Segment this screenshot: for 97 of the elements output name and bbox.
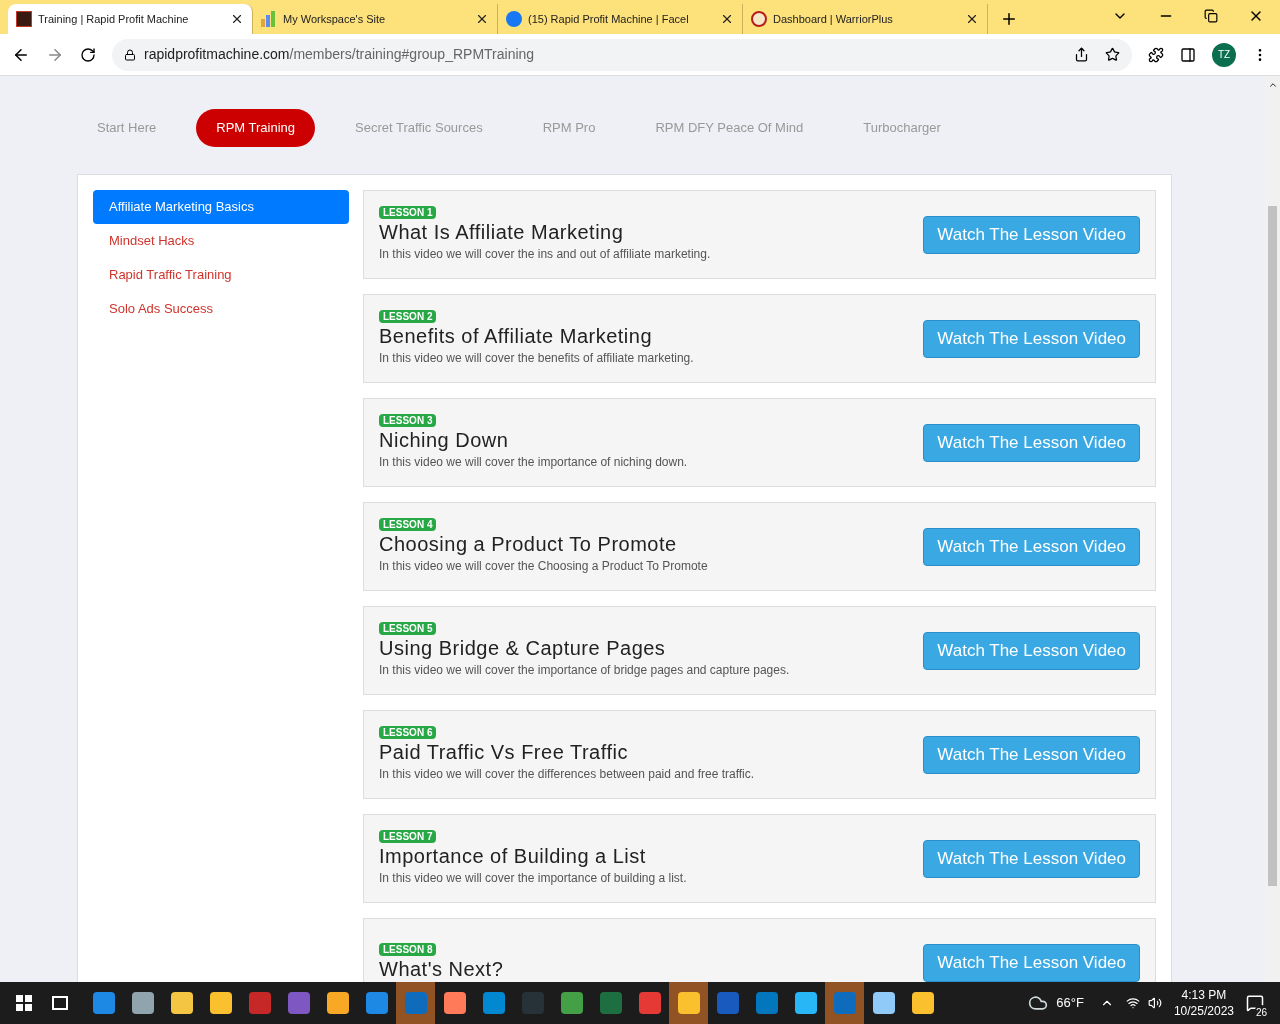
app-icon bbox=[170, 992, 193, 1014]
scrollbar-thumb[interactable] bbox=[1268, 206, 1277, 886]
app-icon bbox=[92, 992, 115, 1014]
lesson-description: In this video we will cover the importance of niching down. bbox=[379, 454, 688, 471]
bookmark-icon[interactable] bbox=[1105, 47, 1120, 62]
lesson-description: In this video we will cover the importance of building a list. bbox=[379, 870, 687, 887]
lesson-badge: LESSON 8 bbox=[379, 943, 437, 956]
watch-video-button[interactable]: Watch The Lesson Video bbox=[923, 423, 1140, 462]
lock-icon bbox=[124, 48, 136, 61]
watch-video-button[interactable]: Watch The Lesson Video bbox=[923, 735, 1140, 774]
app-icon bbox=[833, 992, 856, 1014]
tab-title: Dashboard | WarriorPlus bbox=[773, 11, 894, 27]
sidebar-item[interactable]: Affiliate Marketing Basics bbox=[93, 190, 349, 224]
clock-date: 10/25/2023 bbox=[1173, 1003, 1234, 1019]
lesson-description: In this video we will cover the importance of bridge pages and capture pages. bbox=[379, 662, 790, 679]
lesson-title: What Is Affiliate Marketing bbox=[379, 220, 624, 245]
lesson-title: Importance of Building a List bbox=[379, 844, 646, 869]
sidebar-item[interactable]: Solo Ads Success bbox=[93, 292, 349, 326]
scrollbar[interactable] bbox=[1265, 76, 1280, 982]
lesson-title: Niching Down bbox=[379, 428, 509, 453]
chart-icon bbox=[261, 11, 277, 27]
sidebar-item[interactable]: Mindset Hacks bbox=[93, 224, 349, 258]
lesson-description: In this video we will cover the differences between paid and free traffic. bbox=[379, 766, 755, 783]
clock-time: 4:13 PM bbox=[1181, 987, 1227, 1003]
nav-link[interactable]: Secret Traffic Sources bbox=[335, 109, 503, 147]
address-bar[interactable]: rapidprofitmachine.com/members/training#group_RPMTraining bbox=[112, 38, 1132, 71]
lesson-title: What's Next? bbox=[379, 957, 504, 982]
lesson-title: Choosing a Product To Promote bbox=[379, 532, 677, 557]
profile-avatar[interactable]: TZ bbox=[1212, 42, 1236, 67]
site-logo-icon bbox=[16, 11, 32, 27]
sidebar-item[interactable]: Rapid Traffic Training bbox=[93, 258, 349, 292]
lesson-title: Paid Traffic Vs Free Traffic bbox=[379, 740, 628, 765]
tab-title: My Workspace's Site bbox=[283, 11, 387, 27]
lesson-badge: LESSON 1 bbox=[379, 206, 437, 219]
watch-video-button[interactable]: Watch The Lesson Video bbox=[923, 215, 1140, 254]
extensions-icon[interactable] bbox=[1148, 46, 1164, 63]
restore-icon[interactable] bbox=[1204, 9, 1218, 23]
lesson-badge: LESSON 5 bbox=[379, 622, 437, 635]
app-icon bbox=[521, 992, 544, 1014]
network-icon[interactable] bbox=[1125, 996, 1140, 1010]
app-icon bbox=[716, 992, 739, 1014]
app-icon bbox=[872, 992, 895, 1014]
close-icon[interactable] bbox=[720, 12, 734, 26]
lesson-description: In this video we will cover the Choosing a Product To Promote bbox=[379, 558, 708, 575]
share-icon[interactable] bbox=[1074, 47, 1089, 62]
app-icon bbox=[209, 992, 232, 1014]
app-icon bbox=[326, 992, 349, 1014]
close-icon[interactable] bbox=[965, 12, 979, 26]
lesson-description: In this video we will cover the ins and out of affiliate marketing. bbox=[379, 246, 711, 263]
app-icon bbox=[443, 992, 466, 1014]
app-icon bbox=[677, 992, 700, 1014]
lesson-badge: LESSON 3 bbox=[379, 414, 437, 427]
nav-link[interactable]: RPM Pro bbox=[522, 109, 616, 147]
task-view-icon[interactable] bbox=[52, 996, 68, 1010]
app-icon bbox=[131, 992, 154, 1014]
watch-video-button[interactable]: Watch The Lesson Video bbox=[923, 527, 1140, 566]
app-icon bbox=[248, 992, 271, 1014]
app-icon bbox=[560, 992, 583, 1014]
start-icon[interactable] bbox=[16, 995, 32, 1011]
lesson-badge: LESSON 7 bbox=[379, 830, 437, 843]
watch-video-button[interactable]: Watch The Lesson Video bbox=[923, 319, 1140, 358]
app-icon bbox=[404, 992, 427, 1014]
browser-tab[interactable]: Training | Rapid Profit Machine bbox=[8, 4, 253, 34]
lesson-badge: LESSON 6 bbox=[379, 726, 437, 739]
watch-video-button[interactable]: Watch The Lesson Video bbox=[923, 839, 1140, 878]
lesson-badge: LESSON 4 bbox=[379, 518, 437, 531]
watch-video-button[interactable]: Watch The Lesson Video bbox=[923, 631, 1140, 670]
lesson-badge: LESSON 2 bbox=[379, 310, 437, 323]
weather-temp: 66°F bbox=[1056, 994, 1084, 1013]
side-panel-icon[interactable] bbox=[1180, 46, 1196, 63]
nav-link[interactable]: RPM DFY Peace Of Mind bbox=[635, 109, 824, 147]
lesson-title: Using Bridge & Capture Pages bbox=[379, 636, 666, 661]
app-icon bbox=[287, 992, 310, 1014]
nav-link[interactable]: RPM Training bbox=[196, 109, 315, 147]
nav-link[interactable]: Start Here bbox=[77, 109, 177, 147]
app-icon bbox=[794, 992, 817, 1014]
tab-title: (15) Rapid Profit Machine | Facel bbox=[528, 11, 690, 27]
close-icon[interactable] bbox=[475, 12, 489, 26]
app-icon bbox=[599, 992, 622, 1014]
new-tab-icon[interactable] bbox=[1000, 10, 1018, 28]
app-icon bbox=[365, 992, 388, 1014]
watch-video-button[interactable]: Watch The Lesson Video bbox=[923, 943, 1140, 982]
app-icon bbox=[638, 992, 661, 1014]
lesson-title: Benefits of Affiliate Marketing bbox=[379, 324, 653, 349]
scroll-up-icon[interactable] bbox=[1267, 80, 1278, 90]
volume-icon[interactable] bbox=[1147, 996, 1162, 1010]
url-path: /members/training#group_RPMTraining bbox=[289, 45, 535, 64]
app-icon bbox=[755, 992, 778, 1014]
url-domain: rapidprofitmachine.com bbox=[144, 45, 290, 64]
app-icon bbox=[911, 992, 934, 1014]
weather-icon bbox=[1028, 993, 1049, 1013]
app-icon bbox=[482, 992, 505, 1014]
close-icon[interactable] bbox=[230, 12, 244, 26]
lesson-description: In this video we will cover the benefits of affiliate marketing. bbox=[379, 350, 694, 367]
nav-link[interactable]: Turbocharger bbox=[843, 109, 961, 147]
tab-title: Training | Rapid Profit Machine bbox=[38, 11, 190, 27]
reload-icon[interactable] bbox=[80, 46, 96, 63]
